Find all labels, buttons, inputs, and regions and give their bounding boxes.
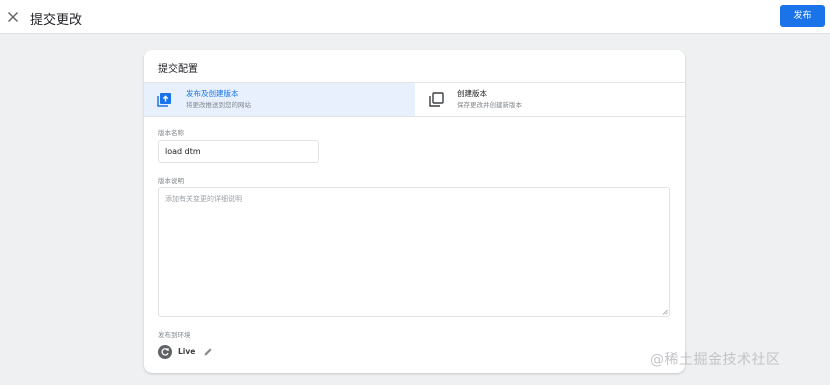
divider xyxy=(144,116,685,117)
option-description: 将更改推送到您的网站 xyxy=(186,101,251,109)
option-label: 发布及创建版本 xyxy=(186,89,239,98)
environment-name: Live xyxy=(178,347,196,356)
version-description-input[interactable] xyxy=(158,187,670,317)
close-icon[interactable] xyxy=(4,8,22,26)
resize-handle-icon[interactable] xyxy=(662,309,668,315)
version-description-label: 版本说明 xyxy=(158,177,184,185)
page-title: 提交更改 xyxy=(30,13,83,28)
option-create-version[interactable]: 创建版本 保存更改并创建新版本 xyxy=(415,83,685,116)
create-version-icon xyxy=(429,92,444,107)
edit-pencil-icon[interactable] xyxy=(203,347,213,357)
card-title: 提交配置 xyxy=(158,64,198,75)
publish-button[interactable]: 发布 xyxy=(780,5,825,27)
option-publish-and-create-version[interactable]: 发布及创建版本 将更改推送到您的网站 xyxy=(144,83,415,116)
environment-icon xyxy=(158,345,172,359)
submission-config-card: 提交配置 发布及创建版本 将更改推送到您的网站 创建版本 保存更改并创建新版本 … xyxy=(144,50,685,373)
environment-label: 发布到环境 xyxy=(158,331,191,339)
top-bar: 提交更改 发布 xyxy=(0,0,830,34)
publish-version-icon xyxy=(157,93,171,107)
option-description: 保存更改并创建新版本 xyxy=(457,101,522,109)
option-label: 创建版本 xyxy=(457,89,487,98)
version-name-input[interactable] xyxy=(158,140,319,163)
watermark: @稀土掘金技术社区 xyxy=(650,352,781,368)
version-name-label: 版本名称 xyxy=(158,129,184,137)
